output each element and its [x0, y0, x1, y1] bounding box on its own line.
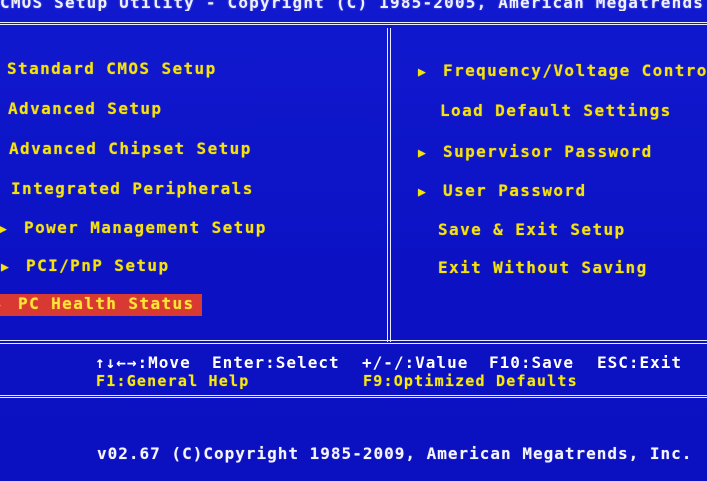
optimized-defaults-hint: F9:Optimized Defaults — [363, 372, 578, 390]
right-triangle-icon: ▶ — [418, 185, 428, 200]
menu-item-power-management-setup[interactable]: ▶ Power Management Setup — [0, 218, 267, 240]
menu-label-power-management-setup: Power Management Setup — [24, 218, 267, 237]
menu-item-frequency-voltage-control[interactable]: ▶ Frequency/Voltage Contro — [418, 61, 707, 83]
menu-label-load-default-settings: Load Default Settings — [440, 101, 672, 120]
menu-label-exit-without-saving: Exit Without Saving — [438, 258, 648, 277]
general-help-hint: F1:General Help — [96, 372, 250, 390]
bios-footer-copyright: v02.67 (C)Copyright 1985-2009, American … — [97, 444, 693, 463]
menu-item-load-default-settings[interactable]: Load Default Settings — [440, 101, 672, 121]
menu-label-advanced-chipset-setup: Advanced Chipset Setup — [9, 139, 252, 158]
menu-item-integrated-peripherals[interactable]: Integrated Peripherals — [11, 179, 254, 199]
menu-label-user-password: User Password — [443, 181, 587, 200]
select-key-hint: Enter:Select — [212, 353, 340, 372]
menu-item-exit-without-saving[interactable]: Exit Without Saving — [438, 258, 648, 278]
move-key-hint: ↑↓←→:Move — [95, 353, 191, 372]
menu-label-standard-cmos-setup: Standard CMOS Setup — [7, 59, 217, 78]
vertical-menu-divider — [387, 28, 391, 342]
menu-item-advanced-setup[interactable]: Advanced Setup — [8, 99, 162, 119]
right-triangle-icon: ▶ — [418, 65, 428, 80]
menu-item-user-password[interactable]: ▶ User Password — [418, 181, 586, 203]
menu-label-frequency-voltage-control: Frequency/Voltage Contro — [443, 61, 707, 80]
menu-item-supervisor-password[interactable]: ▶ Supervisor Password — [418, 142, 653, 164]
bios-title-bar: CMOS Setup Utility - Copyright (C) 1985-… — [0, 0, 707, 11]
menu-item-pc-health-status[interactable]: ▶ PC Health Status — [0, 294, 202, 316]
right-triangle-icon: ▶ — [0, 222, 9, 237]
save-key-hint: F10:Save — [489, 353, 575, 372]
menu-item-save-exit-setup[interactable]: Save & Exit Setup — [438, 220, 626, 240]
right-triangle-icon: ▶ — [1, 260, 11, 275]
menu-item-advanced-chipset-setup[interactable]: Advanced Chipset Setup — [9, 139, 252, 159]
right-triangle-icon: ▶ — [0, 296, 7, 316]
menu-label-advanced-setup: Advanced Setup — [8, 99, 163, 118]
menu-label-pc-health-status: PC Health Status — [18, 294, 195, 313]
menu-item-pci-pnp-setup[interactable]: ▶ PCI/PnP Setup — [1, 256, 169, 278]
menu-label-pci-pnp-setup: PCI/PnP Setup — [26, 256, 170, 275]
menu-label-supervisor-password: Supervisor Password — [443, 142, 653, 161]
exit-key-hint: ESC:Exit — [597, 353, 683, 372]
menu-label-save-exit-setup: Save & Exit Setup — [438, 220, 626, 239]
horizontal-help-divider — [0, 340, 707, 344]
bios-title: CMOS Setup Utility - Copyright (C) 1985-… — [0, 0, 705, 11]
menu-label-integrated-peripherals: Integrated Peripherals — [11, 179, 254, 198]
value-key-hint: +/-/:Value — [362, 353, 469, 372]
right-triangle-icon: ▶ — [418, 146, 428, 161]
menu-item-standard-cmos-setup[interactable]: Standard CMOS Setup — [7, 59, 217, 79]
